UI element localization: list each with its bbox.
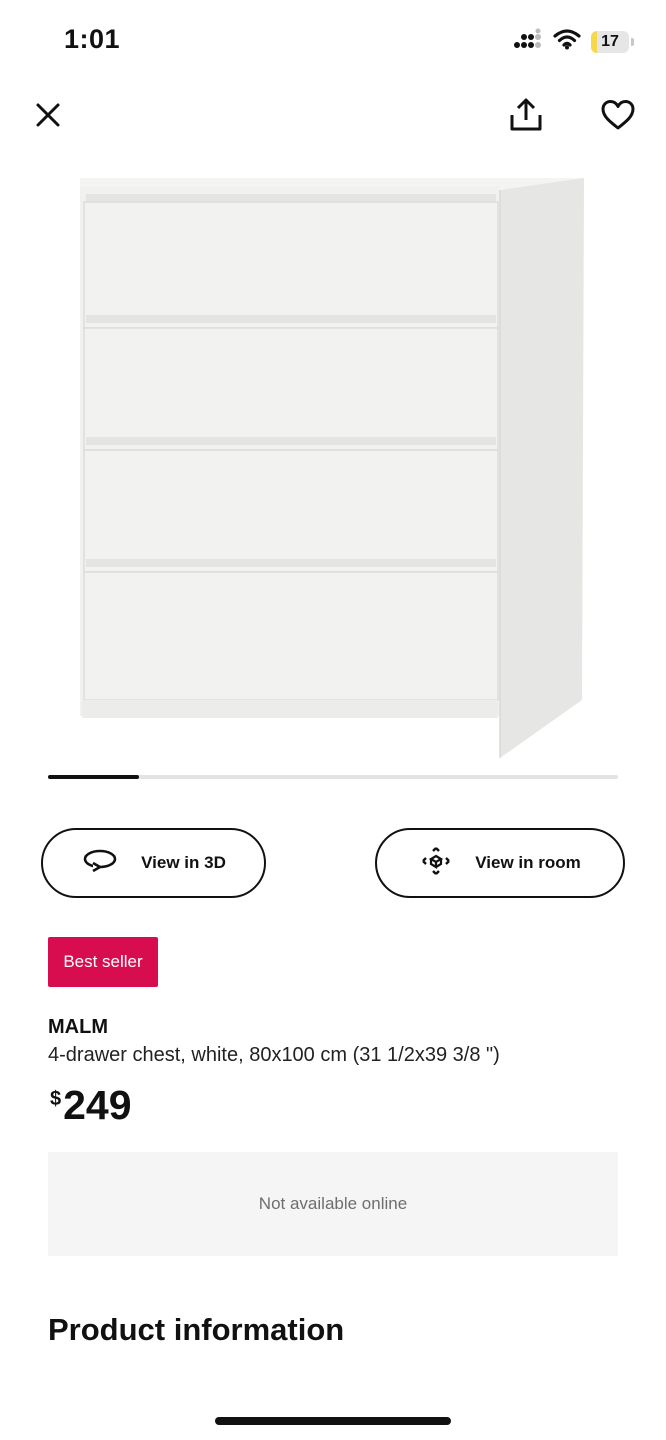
- product-name: MALM: [48, 1016, 108, 1038]
- cellular-signal-icon: [513, 28, 543, 55]
- availability-box: Not available online: [48, 1152, 618, 1256]
- wifi-icon: [553, 28, 581, 55]
- status-bar: 1:01 17: [0, 0, 666, 84]
- status-time: 1:01: [64, 24, 121, 54]
- battery-nub: [631, 37, 634, 46]
- price-amount: 249: [63, 1082, 132, 1128]
- close-button[interactable]: [24, 93, 72, 141]
- view-in-room-label: View in room: [475, 853, 581, 872]
- product-image[interactable]: [60, 160, 606, 770]
- view-in-3d-label: View in 3D: [141, 853, 226, 872]
- close-icon: [35, 102, 61, 133]
- rotate-3d-icon: [81, 847, 119, 880]
- availability-text: Not available online: [258, 1194, 408, 1213]
- price-currency: $: [50, 1088, 62, 1110]
- share-button[interactable]: [502, 93, 550, 141]
- best-seller-badge: Best seller: [48, 937, 158, 987]
- view-in-3d-button[interactable]: View in 3D: [41, 828, 266, 898]
- favorite-button[interactable]: [594, 93, 642, 141]
- ar-view-icon: [419, 844, 453, 883]
- product-price: $ 249: [50, 1080, 132, 1130]
- battery-level: 17: [601, 32, 619, 50]
- status-icons: 17: [513, 28, 634, 55]
- view-in-room-button[interactable]: View in room: [375, 828, 625, 898]
- battery-icon: 17: [591, 30, 629, 53]
- favorite-heart-icon: [601, 99, 635, 136]
- carousel-progress: [48, 775, 140, 779]
- share-icon: [508, 97, 544, 138]
- image-carousel-indicator: [48, 775, 618, 779]
- product-description: 4-drawer chest, white, 80x100 cm (31 1/2…: [48, 1044, 500, 1066]
- home-indicator[interactable]: [215, 1417, 451, 1425]
- product-information-heading[interactable]: Product information: [48, 1312, 344, 1348]
- malm-chest-image: [60, 178, 606, 774]
